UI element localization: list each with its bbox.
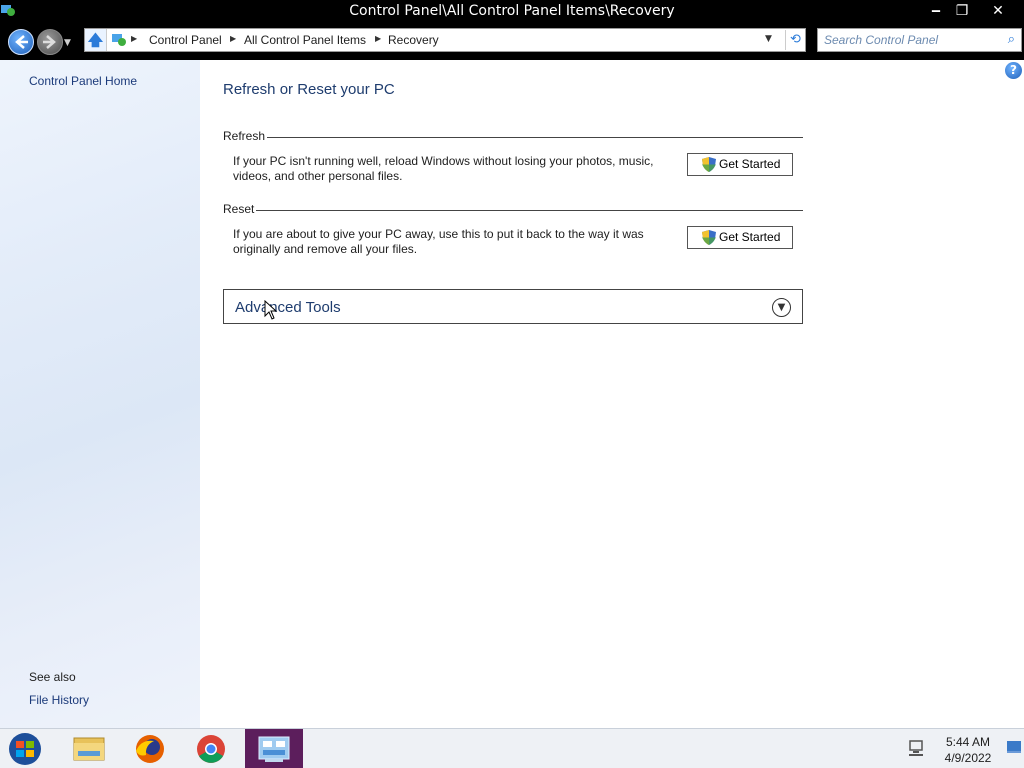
back-arrow-icon — [15, 35, 28, 49]
search-icon[interactable]: ⌕ — [1008, 32, 1015, 47]
taskbar-file-explorer[interactable] — [60, 729, 118, 768]
close-button[interactable]: ✕ — [975, 0, 1021, 22]
reset-get-started-label: Get Started — [719, 230, 781, 244]
file-explorer-icon — [73, 737, 105, 761]
breadcrumb-recovery[interactable]: Recovery — [388, 33, 439, 47]
uac-shield-icon — [702, 157, 716, 172]
clock-date: 4/9/2022 — [944, 751, 992, 765]
help-icon[interactable]: ? — [1005, 62, 1022, 79]
taskbar-chrome[interactable] — [182, 729, 240, 768]
maximize-button[interactable]: ❐ — [948, 0, 976, 22]
breadcrumb-all-items[interactable]: All Control Panel Items — [244, 33, 366, 47]
taskbar-firefox[interactable] — [121, 729, 179, 768]
refresh-get-started-label: Get Started — [719, 157, 781, 171]
minimize-button[interactable]: ‒ — [922, 0, 950, 22]
chevron-down-icon[interactable]: ▼ — [772, 298, 791, 317]
refresh-divider — [223, 137, 803, 138]
title-bar: Control Panel\All Control Panel Items\Re… — [0, 0, 1024, 24]
breadcrumb-separator-icon[interactable]: ▶ — [375, 34, 381, 43]
file-history-link[interactable]: File History — [29, 693, 89, 707]
reset-heading: Reset — [223, 202, 257, 216]
advanced-tools-expander[interactable]: Advanced Tools ▼ — [223, 289, 803, 324]
reset-description: If you are about to give your PC away, u… — [233, 227, 644, 256]
control-panel-home-link[interactable]: Control Panel Home — [29, 74, 137, 88]
show-desktop-icon[interactable] — [1006, 737, 1022, 757]
chrome-icon — [197, 735, 225, 763]
system-clock[interactable]: 5:44 AM 4/9/2022 — [930, 734, 1006, 766]
recent-pages-dropdown[interactable]: ▼ — [64, 38, 71, 48]
left-navigation-pane: Control Panel Home See also File History — [0, 60, 200, 728]
reset-divider — [223, 210, 803, 211]
address-history-chevron-icon[interactable]: ▼ — [765, 34, 772, 44]
refresh-icon[interactable]: ⟲ — [785, 30, 805, 50]
start-button[interactable] — [6, 731, 44, 767]
taskbar-control-panel[interactable] — [245, 729, 303, 768]
window-title: Control Panel\All Control Panel Items\Re… — [349, 3, 675, 19]
forward-button[interactable] — [37, 29, 63, 55]
taskbar: 5:44 AM 4/9/2022 — [0, 728, 1024, 768]
back-button[interactable] — [8, 29, 34, 55]
network-icon[interactable] — [907, 739, 925, 757]
refresh-heading: Refresh — [223, 129, 268, 143]
refresh-get-started-button[interactable]: Get Started — [687, 153, 793, 176]
clock-time: 5:44 AM — [945, 735, 991, 749]
breadcrumb-separator-icon[interactable]: ▶ — [230, 34, 236, 43]
breadcrumb-separator-icon[interactable]: ▶ — [131, 34, 137, 43]
reset-get-started-button[interactable]: Get Started — [687, 226, 793, 249]
advanced-tools-label: Advanced Tools — [235, 299, 341, 316]
refresh-description: If your PC isn't running well, reload Wi… — [233, 154, 654, 183]
firefox-icon — [136, 735, 164, 763]
up-arrow-icon[interactable]: 🡅 — [85, 29, 107, 51]
navigation-bar: ▼ 🡅 ▶ Control Panel ▶ All Control Panel … — [0, 24, 1024, 60]
search-input[interactable] — [824, 32, 994, 48]
forward-arrow-icon — [43, 35, 56, 49]
control-panel-icon — [258, 736, 290, 762]
mouse-cursor-icon — [264, 300, 278, 320]
search-box[interactable]: ⌕ — [817, 28, 1022, 52]
breadcrumb-control-panel[interactable]: Control Panel — [149, 33, 222, 47]
uac-shield-icon — [702, 230, 716, 245]
control-panel-icon — [112, 34, 126, 46]
page-title: Refresh or Reset your PC — [223, 81, 395, 98]
see-also-heading: See also — [29, 670, 76, 684]
address-bar[interactable]: 🡅 ▶ Control Panel ▶ All Control Panel It… — [84, 28, 806, 52]
